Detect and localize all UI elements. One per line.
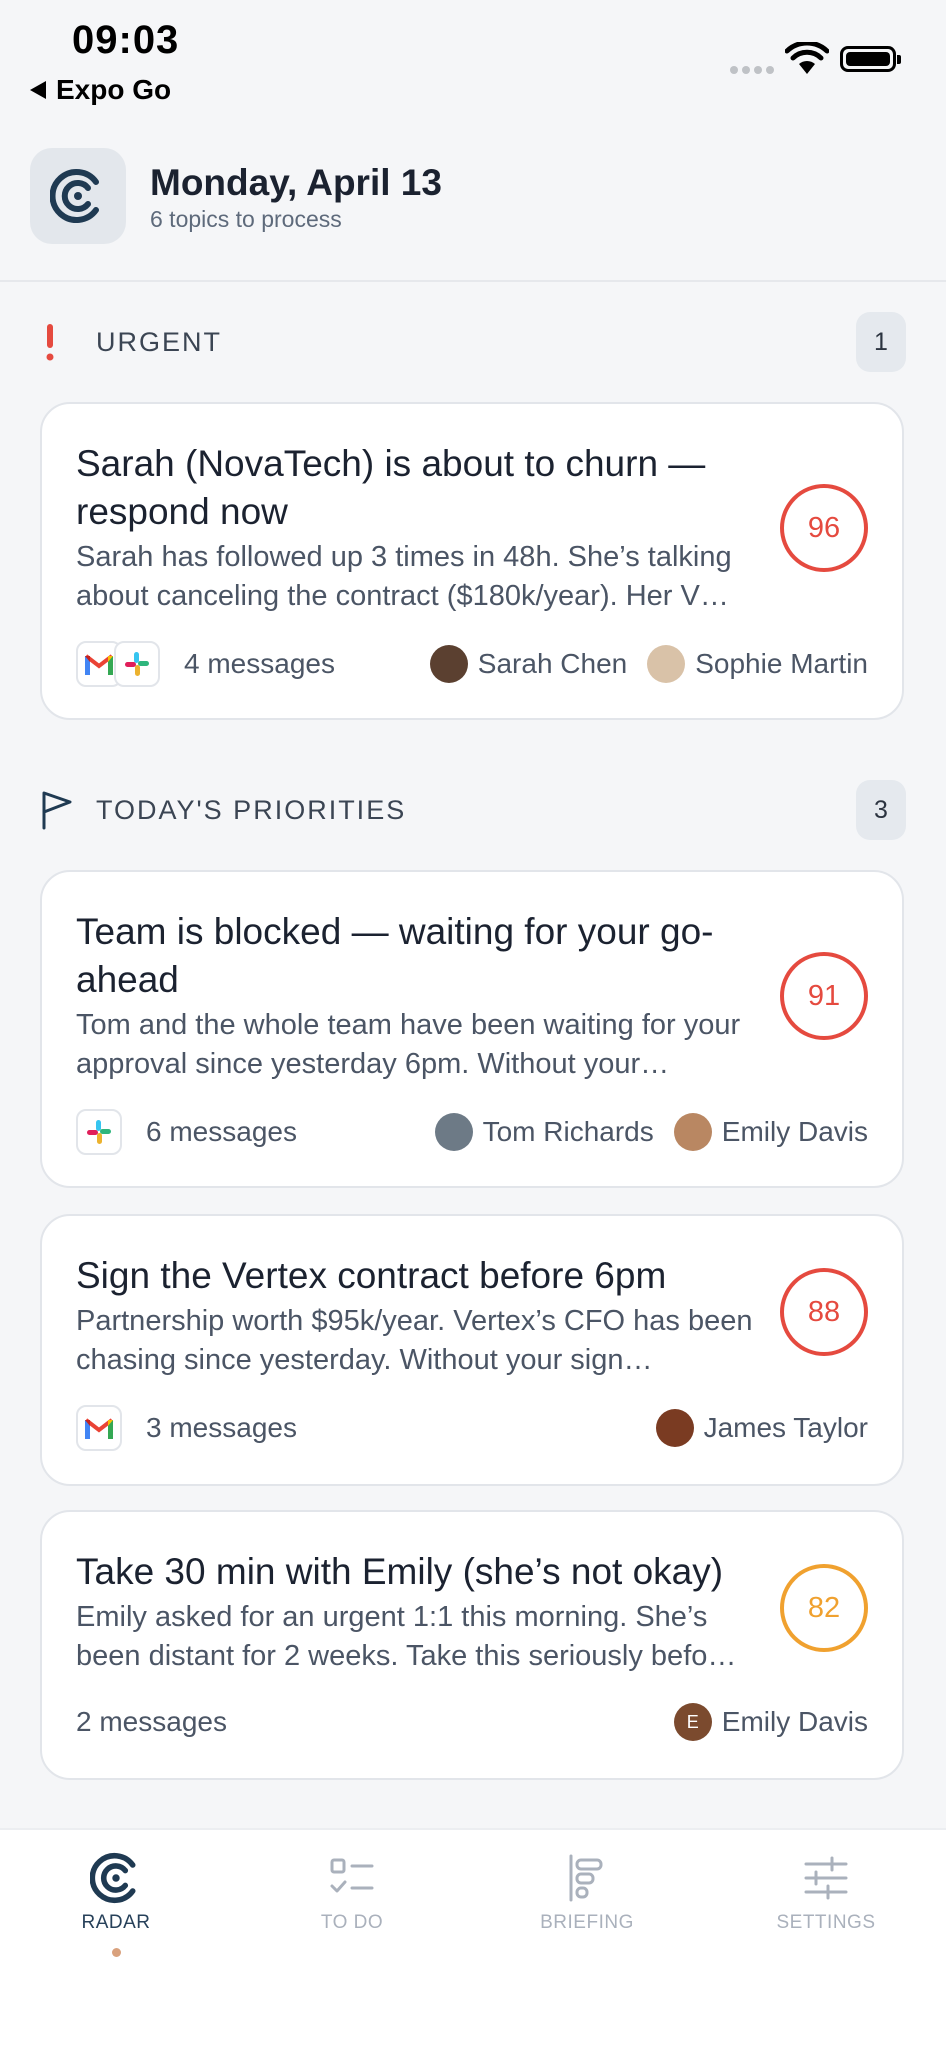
source-apps <box>76 1405 122 1451</box>
priority-score: 91 <box>780 952 868 1040</box>
battery-icon <box>840 46 901 72</box>
gmail-icon <box>76 1405 122 1451</box>
radar-icon <box>90 1852 136 1904</box>
participant: Sophie Martin <box>647 645 868 683</box>
section-priorities-label: TODAY'S PRIORITIES <box>96 794 407 825</box>
topic-card[interactable]: Take 30 min with Emily (she’s not okay) … <box>40 1510 904 1780</box>
participant: Sarah Chen <box>429 645 628 683</box>
card-description: Tom and the whole team have been waiting… <box>76 1009 741 1080</box>
participant: E Emily Davis <box>673 1703 868 1741</box>
card-title: Sarah (NovaTech) is about to churn — res… <box>76 443 706 532</box>
tab-bar: RADAR TO DO BRIEFING SETTINGS <box>0 1828 946 2050</box>
participants: E Emily Davis <box>673 1703 868 1741</box>
section-priorities: TODAY'S PRIORITIES 3 <box>40 780 906 840</box>
status-bar: 09:03 Expo Go <box>0 0 946 140</box>
priority-score: 88 <box>780 1268 868 1356</box>
participant: Emily Davis <box>673 1113 868 1151</box>
participant-name: Sophie Martin <box>695 648 868 679</box>
flag-icon <box>40 790 80 830</box>
priorities-count-badge: 3 <box>856 780 906 840</box>
message-count: 3 messages <box>146 1412 297 1443</box>
avatar <box>429 645 468 683</box>
tab-radar[interactable]: RADAR <box>16 1852 216 1957</box>
tab-label: SETTINGS <box>776 1912 876 1933</box>
card-title: Team is blocked — waiting for your go-ah… <box>76 911 714 1000</box>
priority-score: 82 <box>780 1564 868 1652</box>
participant-name: James Taylor <box>703 1412 868 1443</box>
card-footer: 4 messages Sarah Chen Sophie Martin <box>76 638 868 690</box>
card-footer: 6 messages Tom Richards Emily Davis <box>76 1106 868 1158</box>
wifi-icon <box>785 42 829 74</box>
tab-briefing[interactable]: BRIEFING <box>487 1852 687 1934</box>
page-header: Monday, April 13 6 topics to process <box>0 140 946 282</box>
participants: James Taylor <box>655 1409 868 1447</box>
urgent-count-badge: 1 <box>856 312 906 372</box>
participant-name: Emily Davis <box>721 1116 868 1147</box>
page-title: Monday, April 13 <box>150 162 442 203</box>
exclamation-icon <box>40 322 80 362</box>
card-footer: 3 messages James Taylor <box>76 1402 868 1454</box>
card-footer: 2 messages E Emily Davis <box>76 1696 868 1748</box>
participant-name: Tom Richards <box>482 1116 654 1147</box>
topic-card[interactable]: Team is blocked — waiting for your go-ah… <box>40 870 904 1188</box>
card-description: Emily asked for an urgent 1:1 this morni… <box>76 1601 737 1672</box>
card-description: Partnership worth $95k/year. Vertex’s CF… <box>76 1305 753 1376</box>
participants: Sarah Chen Sophie Martin <box>429 645 868 683</box>
cellular-signal-icon <box>730 66 774 74</box>
source-apps <box>76 641 160 687</box>
radar-logo-icon <box>50 169 99 223</box>
participant: James Taylor <box>655 1409 868 1447</box>
message-count: 6 messages <box>146 1116 297 1147</box>
avatar <box>673 1113 712 1151</box>
active-tab-indicator <box>111 1948 121 1957</box>
section-urgent: URGENT 1 <box>40 312 906 372</box>
settings-sliders-icon <box>804 1856 848 1900</box>
message-count: 2 messages <box>76 1706 227 1737</box>
priority-score: 96 <box>780 484 868 572</box>
avatar-initial: E <box>673 1703 712 1741</box>
status-time: 09:03 <box>72 18 180 62</box>
card-description: Sarah has followed up 3 times in 48h. Sh… <box>76 541 732 612</box>
participants: Tom Richards Emily Davis <box>434 1113 868 1151</box>
avatar <box>434 1113 473 1151</box>
avatar <box>655 1409 694 1447</box>
participant: Tom Richards <box>434 1113 654 1151</box>
back-to-expo-go[interactable]: Expo Go <box>30 74 171 106</box>
avatar <box>647 645 686 683</box>
slack-icon <box>76 1109 122 1155</box>
tab-label: BRIEFING <box>540 1912 634 1933</box>
message-count: 4 messages <box>184 648 335 679</box>
source-apps <box>76 1109 122 1155</box>
participant-name: Emily Davis <box>721 1706 868 1737</box>
back-arrow-icon <box>30 81 46 99</box>
participant-name: Sarah Chen <box>477 648 628 679</box>
todo-icon <box>330 1858 374 1893</box>
briefing-icon <box>569 1854 603 1902</box>
tab-todo[interactable]: TO DO <box>252 1852 452 1934</box>
tab-label: RADAR <box>81 1912 151 1933</box>
tab-label: TO DO <box>320 1912 384 1933</box>
card-title: Sign the Vertex contract before 6pm <box>76 1255 667 1296</box>
back-label: Expo Go <box>56 74 172 105</box>
slack-icon <box>114 641 160 687</box>
tab-settings[interactable]: SETTINGS <box>726 1852 926 1934</box>
section-urgent-label: URGENT <box>96 326 222 357</box>
card-title: Take 30 min with Emily (she’s not okay) <box>76 1551 724 1592</box>
page-subtitle: 6 topics to process <box>150 206 342 232</box>
app-logo <box>30 148 126 244</box>
topic-card[interactable]: Sign the Vertex contract before 6pm Part… <box>40 1214 904 1486</box>
topic-card[interactable]: Sarah (NovaTech) is about to churn — res… <box>40 402 904 720</box>
